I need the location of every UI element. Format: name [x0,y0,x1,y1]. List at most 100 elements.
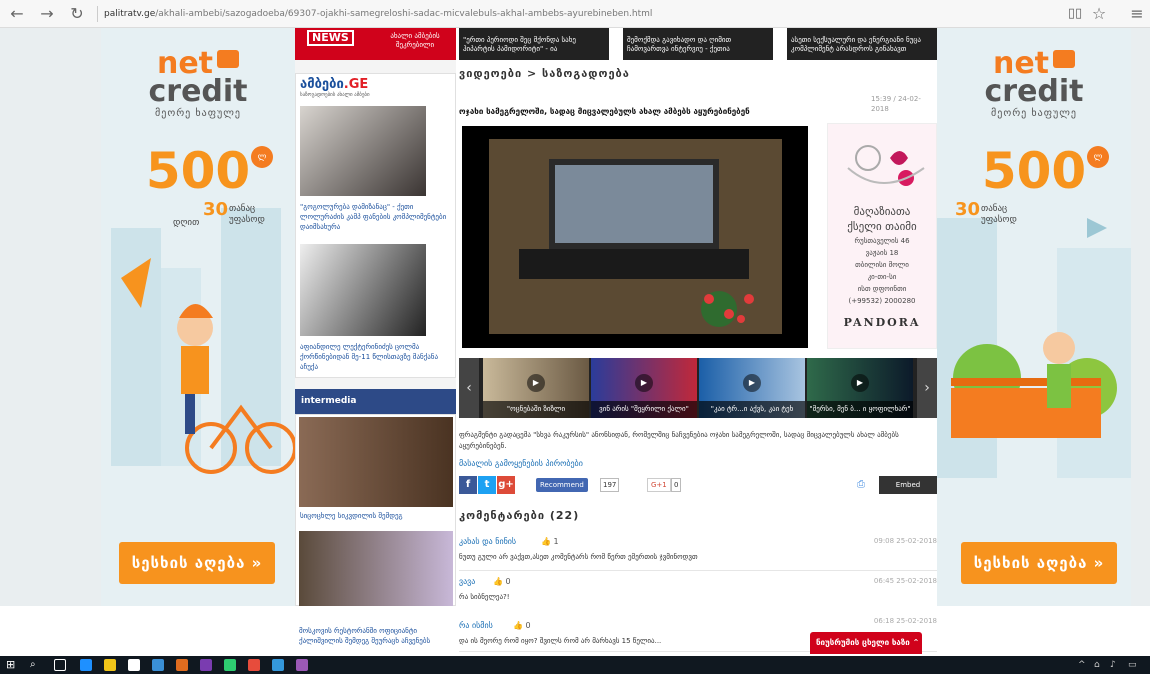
forward-icon[interactable]: → [36,3,58,25]
news-photo[interactable] [300,244,426,336]
ad-slogan: მეორე ხაფულე [155,108,241,119]
taskbar-app-icon[interactable] [296,659,308,671]
comment-text: ნუთუ გული არ ვაქვთ,ასეთ კომენტარს რომ წე… [459,553,698,561]
facebook-recommend-button[interactable]: Recommend [536,478,588,492]
thumbs-up-icon: 👍 [513,621,523,630]
taskbar-app-icon[interactable] [248,659,260,671]
gplus-one-button[interactable]: G+1 [647,478,671,492]
comment-author[interactable]: რა ისმის [459,620,493,632]
chevron-up-icon: ⌃ [912,638,920,647]
bracelet-illustration [847,145,925,186]
comment-author[interactable]: კახას და ნინის [459,536,516,548]
search-icon[interactable]: ⌕ [30,659,42,671]
embed-button[interactable]: Embed [879,476,937,494]
notifications-icon[interactable]: ▭ [1128,658,1137,672]
comment-likes[interactable]: 👍 0 [493,576,511,588]
comment-author[interactable]: ვავა [459,576,475,588]
video-carousel: ‹ ▶ "ოცნებაში ზიზლი ▶ ვინ არის "შეყრილი ქა… [459,358,937,418]
pandora-text: რუსთაველის 46 [854,237,910,245]
play-icon: ▶ [851,374,869,392]
news-link[interactable]: მოსკოვის რესტორანში ოფიციანტი ქალიშვილის… [299,626,451,646]
news-photo[interactable] [300,106,426,196]
intermedia-header[interactable]: intermedia [295,389,456,414]
windows-start-icon[interactable]: ⊞ [6,659,18,671]
print-icon[interactable]: ⎙ [857,479,871,491]
taskbar-app-icon[interactable] [200,659,212,671]
strip-news-link[interactable]: "ერთი პერიოდი შეც მქონდა სახე ჰიპარტის პ… [459,28,609,60]
carousel-caption: "მერსი, მენ ბ... ი ყოფილხარ" [807,401,913,418]
news-link[interactable]: სიცოცხლე სიკვდილის შემდეგ [300,511,452,521]
loan-cta-button[interactable]: სესხის აღება » [119,542,275,584]
ad-days-line: დღით [173,218,200,228]
windows-taskbar: ⊞ ⌕ ^ ⌂ ♪ ▭ [0,656,1150,674]
left-skin-ad[interactable]: net credit მეორე ხაფულე 500 ლ 30 თანაც უ… [101,28,295,606]
intermedia-widget: სიცოცხლე სიკვდილის შემდეგ [295,414,456,606]
strip-news-link[interactable]: შემოქმდა გავიხადო და ღიმით ჩამოვართვა ინ… [623,28,773,60]
ad-days-number: 30 [955,199,981,220]
taskbar-app-icon[interactable] [272,659,284,671]
news-link[interactable]: "გოგოლურება დამიზანაც" - ქეთი ლოლურაძის … [300,202,452,232]
news-photo[interactable] [299,417,453,507]
facebook-share-button[interactable]: f [459,476,477,494]
pandora-ad[interactable]: მაღაზიათა ქსელი თაიმი რუსთაველის 46 ვაჟა… [827,123,937,349]
like-count: 1 [553,537,559,546]
article-title: ოჯახი სამეგრელოში, სადაც მიცვალებულს ახა… [459,107,750,116]
like-count: 0 [505,577,511,586]
thumbs-up-icon: 👍 [493,577,503,586]
back-icon[interactable]: ← [6,3,28,25]
pandora-text: ვაჟაის 18 [865,249,899,257]
carousel-prev-icon[interactable]: ‹ [459,358,479,418]
strip-news-link[interactable]: ასეთი სექსუალური და ენერგიანი ნუცა კომპლ… [787,28,937,60]
news-photo[interactable] [299,531,453,606]
netcredit-logo: net credit მეორე ხაფულე [937,49,1131,120]
news-link[interactable]: აფიანდილე ლექტერინიძეს ცოლმა ქორწინებიდა… [300,342,452,372]
carousel-video-item[interactable]: ▶ "კაი ტრ...ი აქვს, კაი ტეხ [699,358,805,418]
newsroom-hotline-button[interactable]: ნიუსრუმის ცხელი ხაზი ⌃ [810,632,922,654]
video-frame[interactable] [489,139,782,334]
breaking-news-banner[interactable]: NEWS ახალი ამბების შეკრებილი [295,28,456,60]
favorites-star-icon[interactable]: ☆ [1088,3,1110,25]
news-badge: NEWS [307,30,354,46]
network-icon[interactable]: ⌂ [1094,658,1100,672]
taskbar-app-icon[interactable] [224,659,236,671]
web-page: net credit მეორე ხაფულე 500 ლ 30 თანაც უ… [101,28,1131,606]
video-player[interactable] [462,126,808,348]
carousel-video-item[interactable]: ▶ "ოცნებაში ზიზლი [483,358,589,418]
carousel-video-item[interactable]: ▶ ვინ არის "შეყრილი ქალი" [591,358,697,418]
ad-days-line: თანაც [229,204,256,214]
ad-days-text: თანაც უფასოდ [229,204,265,226]
task-view-icon[interactable] [54,659,66,671]
pandora-text: კი-თი-სი [867,273,897,281]
article-timestamp: 15:39 / 24-02-2018 [871,95,921,113]
url-domain: palitratv.ge [104,9,156,19]
refresh-icon[interactable]: ↻ [66,3,88,25]
menu-icon[interactable]: ≡ [1126,3,1148,25]
taskbar-app-icon[interactable] [104,659,116,671]
gplus-count: 0 [671,478,682,492]
terms-of-use-link[interactable]: მასალის გამოყენების პირობები [459,458,583,470]
carousel-video-item[interactable]: ▶ "მერსი, მენ ბ... ი ყოფილხარ" [807,358,913,418]
ambebi-logo-main: ამბები [300,77,344,92]
breadcrumb[interactable]: ვიდეოები > საზოგადოება [459,66,937,82]
intermedia-logo: intermedia [301,396,357,406]
taskbar-app-icon[interactable] [152,659,164,671]
loan-cta-button[interactable]: სესხის აღება » [961,542,1117,584]
ad-days-number: 30 [203,199,229,220]
comment-likes[interactable]: 👍 1 [541,536,559,548]
taskbar-app-icon[interactable] [176,659,188,671]
taskbar-app-icon[interactable] [80,659,92,671]
reading-view-icon[interactable]: ▯▯ [1064,3,1086,25]
ambebi-logo[interactable]: ამბები.GE საზოგადოების ახალი ამბები [300,78,380,102]
pandora-logo: PANDORA [843,316,921,329]
pandora-text: ქსელი თაიმი [847,220,917,233]
netcredit-logo: net credit მეორე ხაფულე [101,49,295,120]
taskbar-app-icon[interactable] [128,659,140,671]
googleplus-share-button[interactable]: g+ [497,476,515,494]
volume-icon[interactable]: ♪ [1110,658,1116,672]
twitter-share-button[interactable]: t [478,476,496,494]
comment-likes[interactable]: 👍 0 [513,620,531,632]
address-bar[interactable]: palitratv.ge/akhali-ambebi/sazogadoeba/6… [104,6,1004,22]
carousel-next-icon[interactable]: › [917,358,937,418]
tray-chevron-icon[interactable]: ^ [1078,658,1086,672]
right-skin-ad[interactable]: net credit მეორე ხაფულე 500 ლ 30 თანაც უ… [937,28,1131,606]
